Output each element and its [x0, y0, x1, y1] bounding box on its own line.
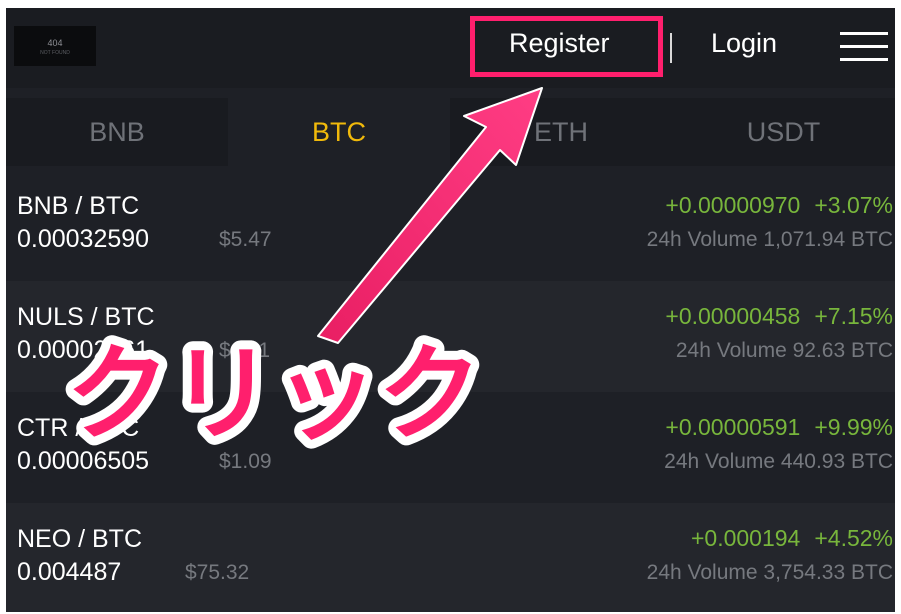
logo[interactable]: 404 NOT FOUND — [14, 26, 96, 66]
change-value: +0.00000591 — [665, 414, 801, 440]
pair-name: BNB / BTC — [17, 192, 140, 220]
price-change: +0.00000591 +9.99% — [665, 414, 893, 441]
tab-eth[interactable]: ETH — [450, 98, 672, 166]
tab-btc[interactable]: BTC — [228, 98, 450, 166]
usd-price: $1.11 — [219, 339, 270, 362]
usd-price: $75.32 — [185, 561, 250, 584]
price-change: +0.000194 +4.52% — [691, 525, 893, 552]
pair-name: NEO / BTC — [17, 525, 143, 553]
market-row[interactable]: NEO / BTC 0.004487 $75.32 +0.000194 +4.52… — [6, 503, 895, 612]
price-change: +0.00000458 +7.15% — [665, 303, 893, 330]
pair-name: NULS / BTC — [17, 303, 155, 331]
nav-divider — [670, 33, 672, 63]
login-link[interactable]: Login — [711, 28, 777, 59]
change-percent: +7.15% — [814, 303, 893, 329]
change-percent: +4.52% — [814, 525, 893, 551]
menu-icon[interactable] — [840, 32, 888, 62]
market-row[interactable]: BNB / BTC 0.00032590 $5.47 +0.00000970 +3… — [6, 170, 895, 281]
change-percent: +9.99% — [814, 414, 893, 440]
pair-name: CTR / BTC — [17, 414, 140, 442]
usd-price: $1.09 — [219, 450, 272, 473]
market-row[interactable]: CTR / BTC 0.00006505 $1.09 +0.00000591 +9… — [6, 392, 895, 503]
last-price: 0.00006505 — [17, 447, 150, 475]
change-value: +0.000194 — [690, 525, 801, 551]
volume-24h: 24h Volume 92.63 BTC — [675, 339, 893, 362]
logo-text: 404 — [47, 38, 63, 48]
logo-subtext: NOT FOUND — [40, 50, 70, 56]
change-value: +0.00000458 — [665, 303, 801, 329]
volume-24h: 24h Volume 440.93 BTC — [664, 450, 893, 473]
volume-24h: 24h Volume 1,071.94 BTC — [646, 228, 893, 251]
last-price: 0.00002861 — [17, 336, 150, 364]
last-price: 0.00032590 — [17, 225, 150, 253]
market-tabs: BNB BTC ETH USDT — [6, 98, 895, 166]
exchange-app-screen: 404 NOT FOUND Register Login BNB BTC ETH… — [6, 8, 895, 612]
tab-usdt[interactable]: USDT — [672, 98, 895, 166]
tab-bnb[interactable]: BNB — [6, 98, 228, 166]
top-navigation-bar: 404 NOT FOUND Register Login — [6, 8, 895, 88]
last-price: 0.004487 — [17, 558, 122, 586]
volume-24h: 24h Volume 3,754.33 BTC — [646, 561, 893, 584]
register-highlight-box — [470, 16, 663, 77]
change-percent: +3.07% — [814, 192, 893, 218]
change-value: +0.00000970 — [665, 192, 801, 218]
price-change: +0.00000970 +3.07% — [665, 192, 893, 219]
market-row[interactable]: NULS / BTC 0.00002861 $1.11 +0.00000458 +… — [6, 281, 895, 392]
usd-price: $5.47 — [219, 228, 272, 251]
